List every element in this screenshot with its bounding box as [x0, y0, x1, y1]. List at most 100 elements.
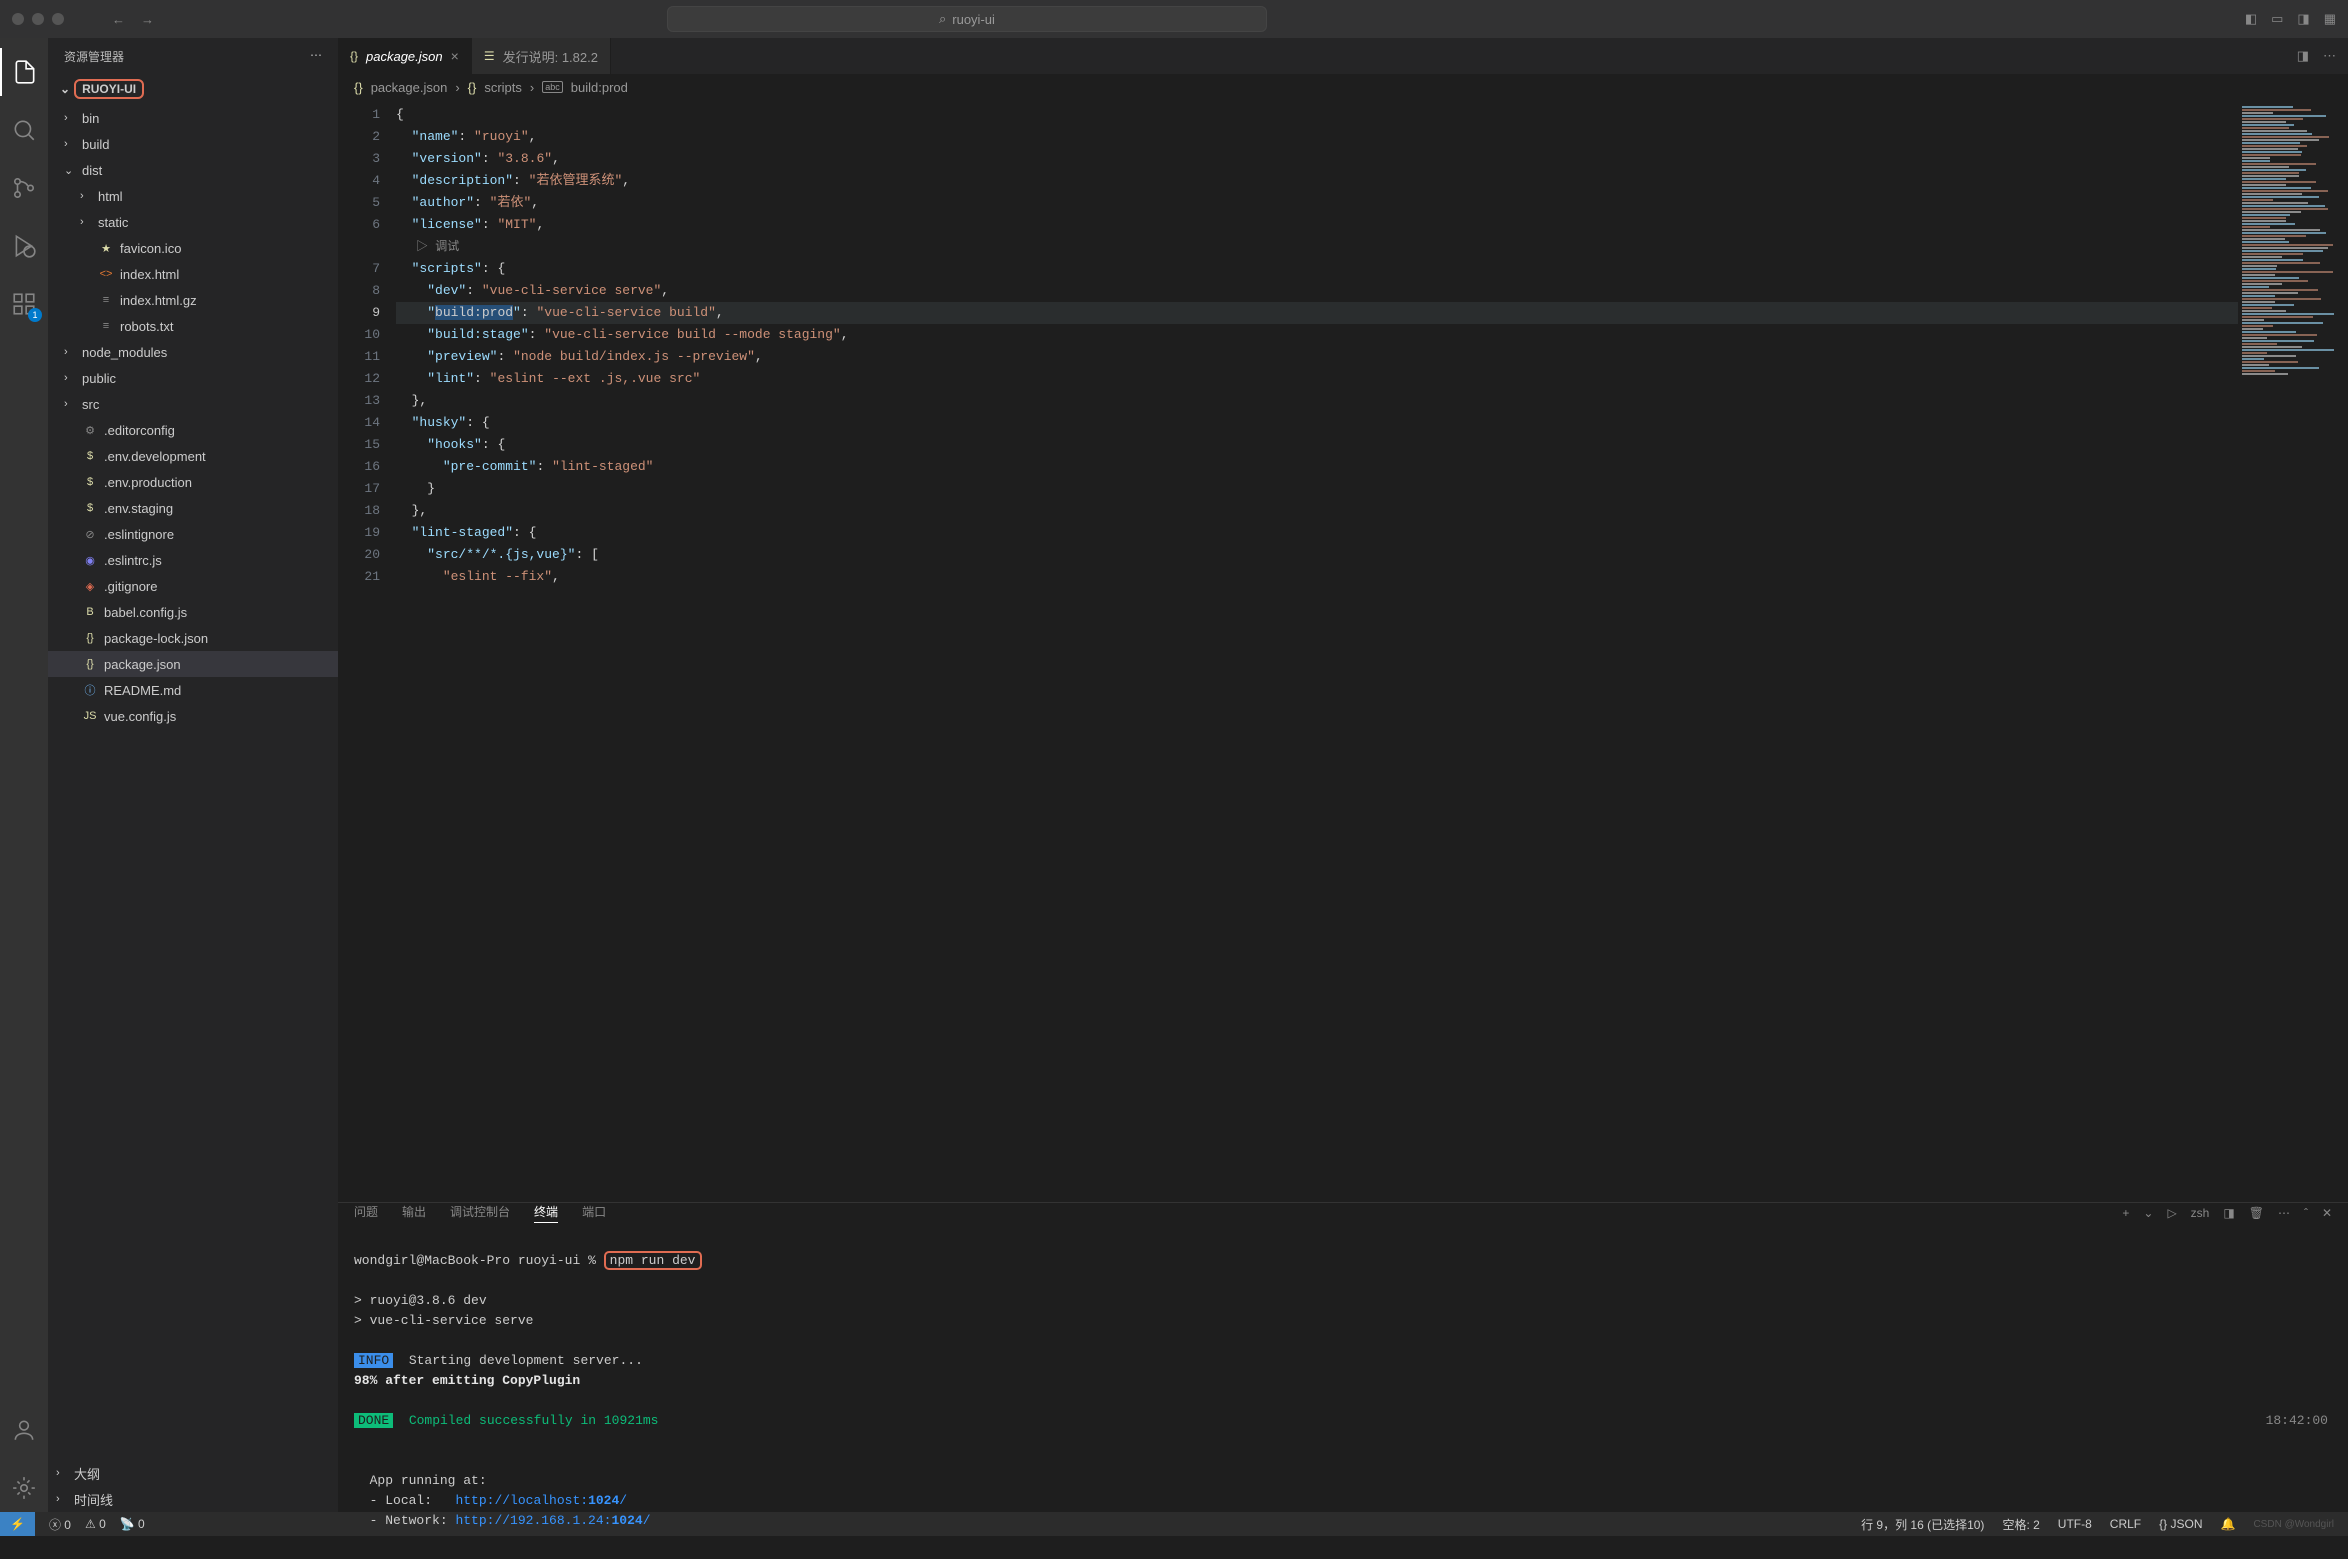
editor-tab[interactable]: {}package.json×	[338, 38, 472, 74]
dollar-icon: $	[82, 450, 98, 462]
folder-item[interactable]: bin	[48, 105, 338, 131]
editor-area: {}package.json×☰发行说明: 1.82.2 ◨ ⋯ {} pack…	[338, 38, 2348, 1512]
editor-tab[interactable]: ☰发行说明: 1.82.2	[472, 38, 611, 74]
info-badge: INFO	[354, 1353, 393, 1368]
folder-item[interactable]: src	[48, 391, 338, 417]
file-tree: binbuilddisthtmlstatic ★favicon.ico <>in…	[48, 103, 338, 1460]
terminal-shell: zsh	[2191, 1206, 2210, 1220]
file-item[interactable]: {}package.json	[48, 651, 338, 677]
minimap[interactable]	[2238, 100, 2348, 1202]
terminal[interactable]: wondgirl@MacBook-Pro ruoyi-ui % npm run …	[338, 1223, 2348, 1559]
file-item[interactable]: {}package-lock.json	[48, 625, 338, 651]
terminal-command: npm run dev	[604, 1251, 702, 1270]
file-item[interactable]: $.env.development	[48, 443, 338, 469]
close-window[interactable]	[12, 13, 24, 25]
info-icon: ⓘ	[82, 682, 98, 698]
panel-tab[interactable]: 终端	[534, 1203, 558, 1223]
file-item[interactable]: Bbabel.config.js	[48, 599, 338, 625]
layout-primary-icon[interactable]: ◧	[2245, 11, 2257, 27]
folder-item[interactable]: dist	[48, 157, 338, 183]
html-icon: <>	[98, 268, 114, 280]
file-item[interactable]: ⓘREADME.md	[48, 677, 338, 703]
debug-icon[interactable]	[0, 222, 48, 270]
ban-icon: ⊘	[82, 528, 98, 541]
sidebar-more-icon[interactable]: ⋯	[310, 48, 322, 65]
panel-tab[interactable]: 输出	[402, 1203, 426, 1223]
search-text: ruoyi-ui	[952, 12, 995, 27]
window-controls	[12, 13, 64, 25]
panel-tab[interactable]: 调试控制台	[450, 1203, 510, 1223]
scm-icon[interactable]	[0, 164, 48, 212]
gear-icon: ⚙	[82, 424, 98, 437]
layout-panel-icon[interactable]: ▭	[2271, 11, 2283, 27]
project-name: RUOYI-UI	[74, 79, 144, 99]
close-tab-icon[interactable]: ×	[451, 48, 459, 64]
sidebar: 资源管理器 ⋯ ⌄ RUOYI-UI binbuilddisthtmlstati…	[48, 38, 338, 1512]
git-icon: ◈	[82, 580, 98, 593]
explorer-icon[interactable]	[0, 48, 48, 96]
new-terminal-icon[interactable]: +	[2122, 1206, 2129, 1220]
split-terminal-icon[interactable]: ◨	[2223, 1206, 2234, 1220]
project-header[interactable]: ⌄ RUOYI-UI	[48, 75, 338, 103]
panel-close-icon[interactable]: ✕	[2322, 1206, 2332, 1220]
folder-item[interactable]: node_modules	[48, 339, 338, 365]
file-item[interactable]: ≡robots.txt	[48, 313, 338, 339]
network-url[interactable]: http://192.168.1.24:1024/	[455, 1513, 650, 1528]
split-editor-icon[interactable]: ◨	[2297, 48, 2309, 64]
nav-back-icon[interactable]: ←	[112, 12, 125, 27]
search-activity-icon[interactable]	[0, 106, 48, 154]
file-item[interactable]: JSvue.config.js	[48, 703, 338, 729]
folder-item[interactable]: public	[48, 365, 338, 391]
file-item[interactable]: ◈.gitignore	[48, 573, 338, 599]
bottom-panel: 问题输出调试控制台终端端口 + ⌄ ▷ zsh ◨ 🗑 ⋯ ˆ ✕ wondgi…	[338, 1202, 2348, 1512]
warnings-status[interactable]: ⚠ 0	[85, 1517, 106, 1531]
tab-icon: ☰	[484, 49, 495, 63]
file-item[interactable]: <>index.html	[48, 261, 338, 287]
settings-gear-icon[interactable]	[0, 1464, 48, 1512]
terminal-profile-icon[interactable]: ▷	[2167, 1206, 2176, 1220]
file-item[interactable]: ≡index.html.gz	[48, 287, 338, 313]
remote-icon: ⚡	[10, 1517, 25, 1531]
file-item[interactable]: ★favicon.ico	[48, 235, 338, 261]
extensions-icon[interactable]: 1	[0, 280, 48, 328]
panel-more-icon[interactable]: ⋯	[2278, 1206, 2290, 1220]
maximize-window[interactable]	[52, 13, 64, 25]
local-url[interactable]: http://localhost:1024/	[455, 1493, 627, 1508]
editor-more-icon[interactable]: ⋯	[2323, 48, 2336, 64]
folder-item[interactable]: static	[48, 209, 338, 235]
file-item[interactable]: ⊘.eslintignore	[48, 521, 338, 547]
json-icon: {}	[82, 632, 98, 644]
terminal-dropdown-icon[interactable]: ⌄	[2143, 1206, 2153, 1220]
accounts-icon[interactable]	[0, 1406, 48, 1454]
panel-maximize-icon[interactable]: ˆ	[2304, 1206, 2308, 1220]
nav-forward-icon[interactable]: →	[141, 12, 154, 27]
minimize-window[interactable]	[32, 13, 44, 25]
search-icon: ⌕	[939, 11, 946, 27]
titlebar: ← → ⌕ ruoyi-ui ◧ ▭ ◨ ▦	[0, 0, 2348, 38]
compile-time: 18:42:00	[2266, 1411, 2328, 1431]
file-item[interactable]: ⚙.editorconfig	[48, 417, 338, 443]
remote-indicator[interactable]: ⚡	[0, 1512, 35, 1536]
panel-tab[interactable]: 问题	[354, 1203, 378, 1223]
eslint-icon: ◉	[82, 554, 98, 567]
command-center[interactable]: ⌕ ruoyi-ui	[667, 6, 1267, 32]
file-item[interactable]: ◉.eslintrc.js	[48, 547, 338, 573]
port-status[interactable]: 📡 0	[120, 1517, 145, 1531]
layout-secondary-icon[interactable]: ◨	[2297, 11, 2309, 27]
panel-tab[interactable]: 端口	[582, 1203, 606, 1223]
tab-icon: {}	[350, 49, 358, 63]
timeline-section[interactable]: ›时间线	[48, 1486, 338, 1512]
outline-section[interactable]: ›大纲	[48, 1460, 338, 1486]
breadcrumb[interactable]: {} package.json › {} scripts › abc build…	[338, 74, 2348, 100]
txt-icon: ≡	[98, 320, 114, 332]
errors-status[interactable]: ⓧ 0	[49, 1516, 71, 1533]
babel-icon: B	[82, 606, 98, 618]
file-item[interactable]: $.env.staging	[48, 495, 338, 521]
layout-customize-icon[interactable]: ▦	[2324, 11, 2336, 27]
code-editor[interactable]: { "name": "ruoyi", "version": "3.8.6", "…	[396, 100, 2238, 1202]
star-icon: ★	[98, 242, 114, 255]
kill-terminal-icon[interactable]: 🗑	[2249, 1206, 2264, 1220]
file-item[interactable]: $.env.production	[48, 469, 338, 495]
folder-item[interactable]: html	[48, 183, 338, 209]
folder-item[interactable]: build	[48, 131, 338, 157]
